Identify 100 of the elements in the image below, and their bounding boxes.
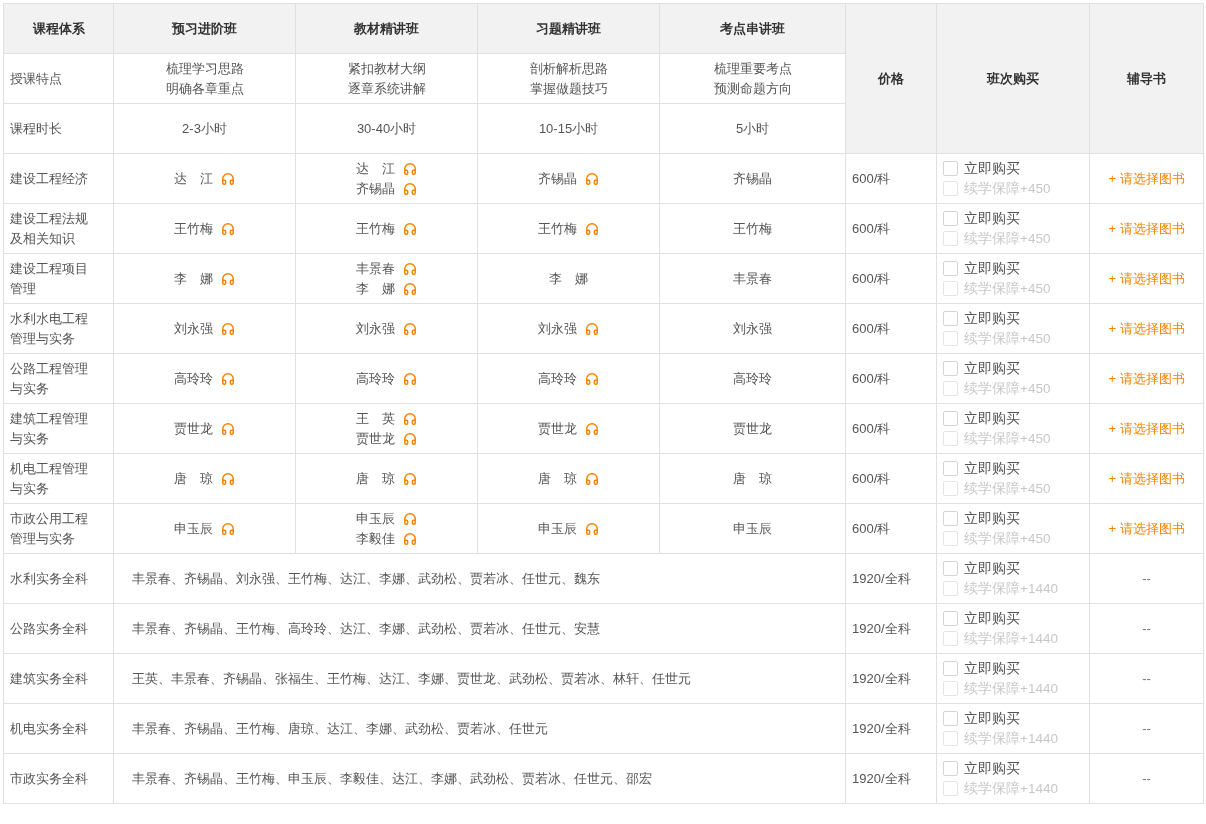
teacher-list: 丰景春、齐锡晶、刘永强、王竹梅、达江、李娜、武劲松、贾若冰、任世元、魏东: [132, 568, 600, 589]
teacher-name: 达 江: [174, 169, 213, 188]
teacher-name: 刘永强: [538, 319, 577, 338]
headphones-icon[interactable]: [403, 371, 417, 386]
option-text[interactable]: 立即购买: [943, 309, 1083, 328]
empty-book-text: --: [1142, 621, 1151, 636]
duration-text: 2-3小时: [182, 119, 227, 138]
teacher-name: 丰景春: [356, 259, 395, 278]
header-cell: 辅导书: [1089, 3, 1204, 154]
headphones-icon[interactable]: [403, 181, 417, 196]
teacher-name: 李 娜: [549, 269, 588, 288]
option-text[interactable]: 立即购买: [943, 659, 1083, 678]
subject-name: 建设工程项目管理: [10, 259, 88, 298]
headphones-icon[interactable]: [221, 221, 235, 236]
subject-name: 机电工程管理与实务: [10, 459, 88, 498]
teacher-name: 刘永强: [174, 319, 213, 338]
checkbox[interactable]: [943, 461, 958, 476]
subject-name: 建设工程法规及相关知识: [10, 209, 88, 248]
teacher-name: 贾世龙: [356, 429, 395, 448]
empty-book-text: --: [1142, 671, 1151, 686]
teacher-name: 王竹梅: [356, 219, 395, 238]
row-label: 课程时长: [10, 119, 62, 138]
header-cell: 价格: [845, 3, 937, 154]
checkbox[interactable]: [943, 561, 958, 576]
checkbox[interactable]: [943, 411, 958, 426]
price-text: 1920/全科: [852, 669, 911, 688]
teacher-name: 高玲玲: [356, 369, 395, 388]
headphones-icon[interactable]: [585, 521, 599, 536]
headphones-icon[interactable]: [585, 471, 599, 486]
headphones-icon[interactable]: [221, 321, 235, 336]
checkbox[interactable]: [943, 611, 958, 626]
option-text[interactable]: 立即购买: [943, 259, 1083, 278]
subject-name: 建筑工程管理与实务: [10, 409, 88, 448]
teacher-name: 申玉辰: [174, 519, 213, 538]
headphones-icon[interactable]: [403, 471, 417, 486]
feature-text: 紧扣教材大纲 逐章系统讲解: [347, 59, 426, 98]
option-text[interactable]: 立即购买: [943, 609, 1083, 628]
teacher-name: 王竹梅: [733, 219, 772, 238]
headphones-icon[interactable]: [403, 261, 417, 276]
headphones-icon[interactable]: [221, 371, 235, 386]
teacher-name: 王竹梅: [174, 219, 213, 238]
headphones-icon[interactable]: [585, 321, 599, 336]
option-text[interactable]: 立即购买: [943, 559, 1083, 578]
headphones-icon[interactable]: [221, 471, 235, 486]
price-text: 600/科: [852, 369, 891, 388]
feature-text: 梳理学习思路 明确各章重点: [165, 59, 244, 98]
option-text[interactable]: 立即购买: [943, 459, 1083, 478]
option-text[interactable]: 立即购买: [943, 509, 1083, 528]
headphones-icon[interactable]: [585, 371, 599, 386]
duration-text: 30-40小时: [356, 119, 417, 138]
checkbox[interactable]: [943, 311, 958, 326]
teacher-name: 齐锡晶: [733, 169, 772, 188]
teacher-name: 丰景春: [733, 269, 772, 288]
headphones-icon[interactable]: [221, 271, 235, 286]
duration-text: 5小时: [735, 119, 770, 138]
headphones-icon[interactable]: [403, 221, 417, 236]
headphones-icon[interactable]: [585, 171, 599, 186]
option-text[interactable]: 立即购买: [943, 759, 1083, 778]
price-text: 600/科: [852, 469, 891, 488]
headphones-icon[interactable]: [221, 521, 235, 536]
headphones-icon[interactable]: [403, 511, 417, 526]
checkbox[interactable]: [943, 661, 958, 676]
checkbox[interactable]: [943, 161, 958, 176]
header-cell: 习题精讲班: [477, 3, 660, 54]
headphones-icon[interactable]: [221, 171, 235, 186]
teacher-name: 王 英: [356, 409, 395, 428]
option-text[interactable]: 立即购买: [943, 159, 1083, 178]
option-text[interactable]: 立即购买: [943, 209, 1083, 228]
teacher-name: 高玲玲: [538, 369, 577, 388]
checkbox[interactable]: [943, 211, 958, 226]
feature-text: 梳理重要考点 预测命题方向: [713, 59, 792, 98]
headphones-icon[interactable]: [403, 161, 417, 176]
headphones-icon[interactable]: [585, 421, 599, 436]
checkbox[interactable]: [943, 511, 958, 526]
headphones-icon[interactable]: [403, 531, 417, 546]
option-text[interactable]: 立即购买: [943, 359, 1083, 378]
price-text: 600/科: [852, 419, 891, 438]
headphones-icon[interactable]: [585, 221, 599, 236]
teacher-list: 王英、丰景春、齐锡晶、张福生、王竹梅、达江、李娜、贾世龙、武劲松、贾若冰、林轩、任世元: [132, 668, 691, 689]
option-text[interactable]: 立即购买: [943, 409, 1083, 428]
headphones-icon[interactable]: [403, 411, 417, 426]
headphones-icon[interactable]: [403, 321, 417, 336]
checkbox[interactable]: [943, 261, 958, 276]
teacher-name: 刘永强: [356, 319, 395, 338]
option-text[interactable]: 立即购买: [943, 709, 1083, 728]
teacher-name: 唐 琼: [733, 469, 772, 488]
price-text: 1920/全科: [852, 769, 911, 788]
subject-name: 市政实务全科: [10, 769, 88, 788]
checkbox[interactable]: [943, 711, 958, 726]
header-cell: 考点串讲班: [659, 3, 846, 54]
teacher-name: 达 江: [356, 159, 395, 178]
headphones-icon[interactable]: [403, 431, 417, 446]
subject-name: 建设工程经济: [10, 169, 88, 188]
checkbox[interactable]: [943, 361, 958, 376]
headphones-icon[interactable]: [221, 421, 235, 436]
checkbox[interactable]: [943, 761, 958, 776]
empty-book-text: --: [1142, 721, 1151, 736]
headphones-icon[interactable]: [403, 281, 417, 296]
teacher-name: 高玲玲: [733, 369, 772, 388]
header-cell: 课程体系: [3, 3, 114, 54]
